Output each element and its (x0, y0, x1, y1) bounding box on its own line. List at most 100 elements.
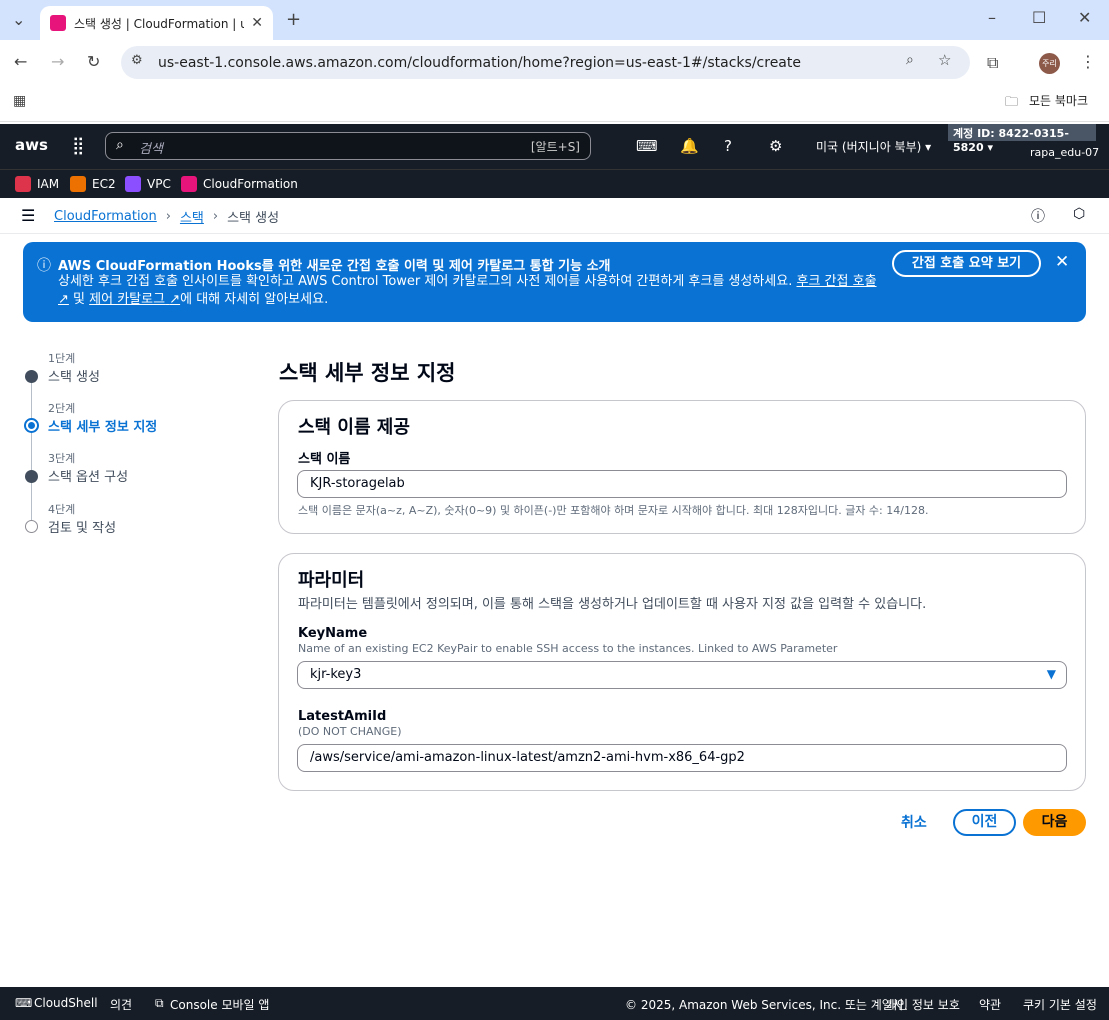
close-tab-icon[interactable]: ✕ (251, 15, 263, 31)
console-mobile-app-link[interactable]: Console 모바일 앱 (170, 996, 269, 1013)
flash-and-text: 및 (73, 292, 86, 307)
breadcrumb-separator-icon: › (212, 209, 219, 224)
fav-iam[interactable]: IAM (15, 176, 59, 192)
latestamiid-label: LatestAmiId (298, 709, 387, 724)
breadcrumb-separator-icon: › (165, 209, 171, 224)
cloudformation-favicon-icon (50, 15, 66, 31)
external-link-icon: ↗ (58, 292, 69, 307)
next-button[interactable]: 다음 (1023, 809, 1086, 836)
browser-tab-strip: ⌄ 스택 생성 | CloudFormation | us-east-1 ✕ +… (0, 0, 1109, 40)
cloudformation-icon (181, 176, 197, 192)
flash-body-text: 상세한 후크 간접 호출 인사이트를 확인하고 AWS Control Towe… (58, 274, 793, 289)
bookmarks-bar: ▦ 🗀 모든 북마크 (0, 86, 1109, 122)
search-input[interactable]: ⌕ 검색 [알트+S] (105, 132, 591, 160)
fav-vpc[interactable]: VPC (125, 176, 171, 192)
fav-ec2[interactable]: EC2 (70, 176, 116, 192)
back-icon[interactable]: ← (14, 52, 27, 71)
copyright-text: © 2025, Amazon Web Services, Inc. 또는 계열사… (625, 998, 908, 1012)
minimize-icon[interactable]: – (988, 8, 996, 27)
step-complete-dot (25, 370, 38, 383)
cloudshell-footer-icon: ⌨ (15, 996, 33, 1010)
url-text: us-east-1.console.aws.amazon.com/cloudfo… (158, 55, 801, 71)
external-link-icon: ↗ (169, 292, 181, 307)
flash-body-text-end: 에 대해 자세히 알아보세요. (180, 292, 329, 307)
page-title: 스택 세부 정보 지정 (279, 361, 456, 385)
previous-button[interactable]: 이전 (953, 809, 1016, 836)
cookie-preferences-link[interactable]: 쿠키 기본 설정 (1023, 996, 1097, 1013)
privacy-link[interactable]: 개인 정보 보호 (886, 996, 960, 1013)
latestamiid-input[interactable]: /aws/service/ami-amazon-linux-latest/amz… (297, 744, 1067, 772)
parameters-heading: 파라미터 (298, 570, 365, 591)
settings-gear-icon[interactable]: ⚙ (769, 137, 782, 155)
fav-ec2-label: EC2 (92, 177, 116, 191)
all-bookmarks-label[interactable]: 모든 북마크 (1029, 92, 1088, 109)
region-selector[interactable]: 미국 (버지니아 북부) ▾ (816, 138, 931, 155)
latestamiid-description: (DO NOT CHANGE) (298, 725, 402, 738)
keyname-select[interactable]: kjr-key3 ▼ (297, 661, 1067, 689)
tab-list-chevron-icon[interactable]: ⌄ (12, 10, 25, 29)
fav-vpc-label: VPC (147, 177, 171, 191)
info-icon[interactable]: ⓘ (1031, 206, 1045, 226)
breadcrumb-current: 스택 생성 (227, 211, 280, 226)
user-name[interactable]: rapa_edu-07 (1030, 146, 1099, 159)
account-badge[interactable]: 계정 ID: 8422-0315-5820 ▾ (948, 124, 1096, 154)
wizard-step-1[interactable]: 1단계 스택 생성 (48, 350, 100, 385)
vpc-icon (125, 176, 141, 192)
stack-name-heading: 스택 이름 제공 (298, 417, 410, 438)
terms-link[interactable]: 약관 (979, 996, 1001, 1013)
fav-cloudformation-label: CloudFormation (203, 177, 298, 191)
step-label: 스택 생성 (48, 370, 100, 385)
browser-tab[interactable]: 스택 생성 | CloudFormation | us-east-1 ✕ (40, 6, 273, 40)
parameters-description: 파라미터는 템플릿에서 정의되며, 이를 통해 스택을 생성하거나 업데이트할 … (298, 597, 927, 612)
step-number: 3단계 (48, 452, 76, 465)
tab-title: 스택 생성 | CloudFormation | us-east-1 (74, 16, 244, 31)
hamburger-menu-icon[interactable]: ☰ (21, 206, 35, 225)
maximize-icon[interactable]: ☐ (1032, 8, 1046, 27)
keyname-description: Name of an existing EC2 KeyPair to enabl… (298, 642, 838, 655)
caret-down-icon: ▼ (1046, 667, 1056, 681)
wizard-step-2: 2단계 스택 세부 정보 지정 (48, 400, 157, 435)
region-label: 미국 (버지니아 북부) (816, 140, 922, 154)
feedback-link[interactable]: 의견 (110, 996, 132, 1013)
services-grid-icon[interactable]: ⣿ (72, 136, 84, 156)
cancel-button[interactable]: 취소 (901, 812, 927, 832)
steps-connector (31, 383, 32, 526)
chrome-menu-icon[interactable]: ⋮ (1080, 52, 1096, 71)
fav-cloudformation[interactable]: CloudFormation (181, 176, 298, 192)
close-window-icon[interactable]: ✕ (1078, 8, 1091, 27)
step-pending-dot (25, 520, 38, 533)
bookmark-star-icon[interactable]: ☆ (938, 51, 951, 69)
forward-icon[interactable]: → (51, 52, 64, 71)
dismiss-close-icon[interactable]: ✕ (1055, 252, 1069, 272)
help-icon[interactable]: ? (724, 137, 732, 155)
breadcrumb-stacks[interactable]: 스택 (180, 207, 204, 226)
extensions-icon[interactable]: ⧉ (987, 53, 998, 73)
preferences-icon[interactable]: ⬡ (1073, 206, 1085, 222)
apps-grid-icon[interactable]: ▦ (13, 93, 26, 109)
keyname-label: KeyName (298, 626, 368, 641)
wizard-step-3[interactable]: 3단계 스택 옵션 구성 (48, 450, 128, 485)
flash-body: 상세한 후크 간접 호출 인사이트를 확인하고 AWS Control Towe… (58, 273, 888, 309)
cloudshell-icon[interactable]: ⌨ (636, 137, 658, 155)
aws-logo[interactable]: aws (15, 136, 48, 154)
zoom-icon[interactable]: ⌕ (906, 52, 914, 68)
notifications-bell-icon[interactable]: 🔔 (680, 137, 699, 155)
console-footer: ⌨ CloudShell 의견 ⧉ Console 모바일 앱 © 2025, … (0, 987, 1109, 1020)
cloudshell-link[interactable]: CloudShell (34, 996, 98, 1010)
parameters-container: 파라미터 파라미터는 템플릿에서 정의되며, 이를 통해 스택을 생성하거나 업… (278, 553, 1086, 791)
stack-name-label: 스택 이름 (298, 452, 351, 467)
iam-icon (15, 176, 31, 192)
breadcrumb-cloudformation[interactable]: CloudFormation (54, 209, 157, 224)
step-number: 4단계 (48, 503, 76, 516)
favorites-bar: IAM EC2 VPC CloudFormation (0, 169, 1109, 198)
stack-name-input[interactable]: KJR-storagelab (297, 470, 1067, 498)
view-invocation-summary-button[interactable]: 간접 호출 요약 보기 (892, 250, 1041, 277)
step-number: 1단계 (48, 352, 76, 365)
control-catalog-link[interactable]: 제어 카탈로그 ↗ (89, 292, 180, 307)
site-info-icon[interactable]: ⚙ (131, 53, 143, 68)
reload-icon[interactable]: ↻ (87, 52, 100, 71)
step-active-dot (24, 418, 39, 433)
wizard-step-4[interactable]: 4단계 검토 및 작성 (48, 501, 116, 536)
profile-avatar[interactable]: 주리 (1039, 53, 1060, 74)
new-tab-icon[interactable]: + (286, 9, 301, 30)
